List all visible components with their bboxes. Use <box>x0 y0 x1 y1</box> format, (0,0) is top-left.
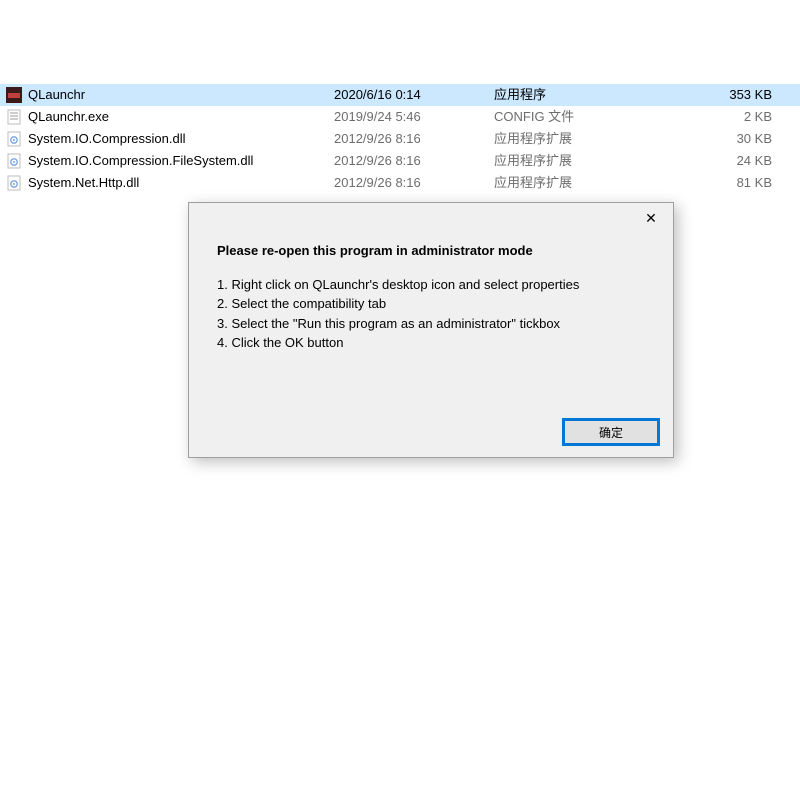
file-size: 353 KB <box>654 84 786 106</box>
file-size: 24 KB <box>654 150 786 172</box>
file-name: System.IO.Compression.FileSystem.dll <box>28 150 253 172</box>
file-date: 2012/9/26 8:16 <box>334 128 494 150</box>
file-date: 2020/6/16 0:14 <box>334 84 494 106</box>
file-row[interactable]: System.IO.Compression.dll 2012/9/26 8:16… <box>0 128 800 150</box>
file-date: 2012/9/26 8:16 <box>334 150 494 172</box>
file-type: 应用程序扩展 <box>494 150 654 172</box>
file-date: 2019/9/24 5:46 <box>334 106 494 128</box>
dialog-body: Please re-open this program in administr… <box>189 233 673 407</box>
file-name: System.IO.Compression.dll <box>28 128 186 150</box>
dialog-footer: 确定 <box>189 407 673 457</box>
dialog-line-3: 3. Select the "Run this program as an ad… <box>217 314 645 334</box>
file-list: QLaunchr 2020/6/16 0:14 应用程序 353 KB QLau… <box>0 84 800 194</box>
file-type: 应用程序扩展 <box>494 128 654 150</box>
dll-file-icon <box>6 153 22 169</box>
dialog-line-2: 2. Select the compatibility tab <box>217 294 645 314</box>
dialog-titlebar: ✕ <box>189 203 673 233</box>
file-row[interactable]: System.IO.Compression.FileSystem.dll 201… <box>0 150 800 172</box>
file-date: 2012/9/26 8:16 <box>334 172 494 194</box>
file-row[interactable]: QLaunchr.exe 2019/9/24 5:46 CONFIG 文件 2 … <box>0 106 800 128</box>
ok-button[interactable]: 确定 <box>563 419 659 445</box>
dll-file-icon <box>6 131 22 147</box>
dialog-headline: Please re-open this program in administr… <box>217 241 645 261</box>
file-size: 2 KB <box>654 106 786 128</box>
file-type: CONFIG 文件 <box>494 106 654 128</box>
file-name: QLaunchr.exe <box>28 106 109 128</box>
file-size: 30 KB <box>654 128 786 150</box>
file-row[interactable]: System.Net.Http.dll 2012/9/26 8:16 应用程序扩… <box>0 172 800 194</box>
dialog-line-4: 4. Click the OK button <box>217 333 645 353</box>
close-button[interactable]: ✕ <box>629 203 673 233</box>
exe-icon <box>6 87 22 103</box>
file-row[interactable]: QLaunchr 2020/6/16 0:14 应用程序 353 KB <box>0 84 800 106</box>
close-icon: ✕ <box>645 210 657 227</box>
config-file-icon <box>6 109 22 125</box>
file-name: QLaunchr <box>28 84 85 106</box>
ok-button-label: 确定 <box>599 424 623 441</box>
file-type: 应用程序 <box>494 84 654 106</box>
dialog-line-1: 1. Right click on QLaunchr's desktop ico… <box>217 275 645 295</box>
file-size: 81 KB <box>654 172 786 194</box>
dll-file-icon <box>6 175 22 191</box>
file-type: 应用程序扩展 <box>494 172 654 194</box>
admin-mode-dialog: ✕ Please re-open this program in adminis… <box>188 202 674 458</box>
file-name: System.Net.Http.dll <box>28 172 139 194</box>
